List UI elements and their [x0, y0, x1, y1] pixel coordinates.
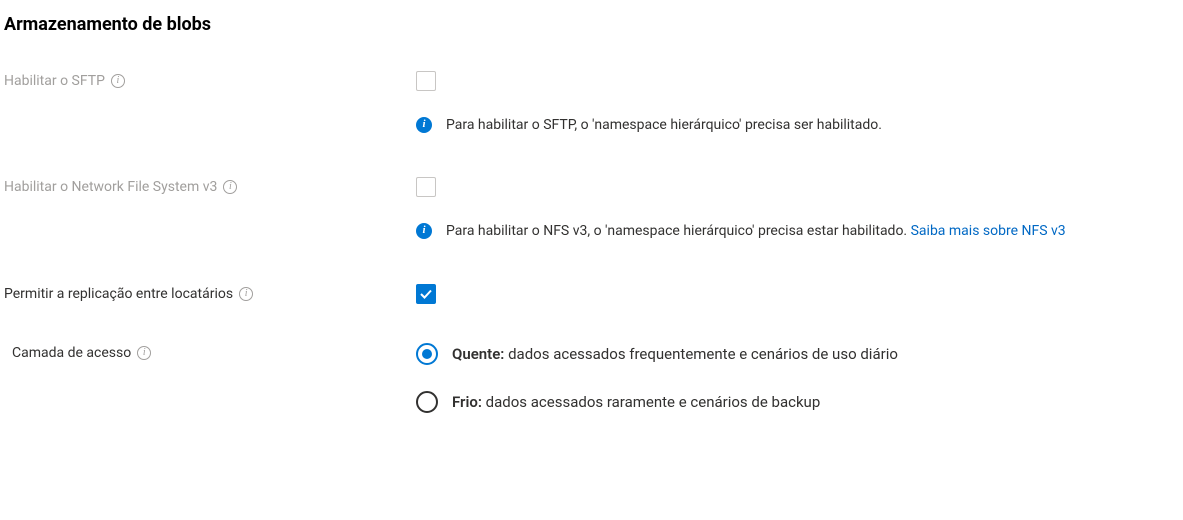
label-sftp-text: Habilitar o SFTP	[4, 73, 105, 89]
checkbox-sftp	[416, 71, 436, 91]
label-access-tier-text: Camada de acesso	[12, 345, 131, 361]
link-nfs-learn-more[interactable]: Saiba mais sobre NFS v3	[911, 223, 1066, 239]
section-title: Armazenamento de blobs	[4, 14, 1183, 35]
hint-sftp: i Para habilitar o SFTP, o 'namespace hi…	[416, 115, 1136, 135]
info-icon[interactable]: i	[137, 346, 151, 360]
hint-nfs: i Para habilitar o NFS v3, o 'namespace …	[416, 221, 1136, 241]
label-sftp: Habilitar o SFTP i	[0, 71, 416, 89]
label-access-tier: Camada de acesso i	[0, 343, 416, 361]
info-filled-icon: i	[416, 223, 432, 239]
field-row-nfs: Habilitar o Network File System v3 i i P…	[0, 177, 1183, 273]
radio-option-cool[interactable]: Frio: dados acessados raramente e cenári…	[416, 391, 1183, 413]
hint-sftp-text: Para habilitar o SFTP, o 'namespace hier…	[446, 115, 882, 135]
field-row-cross-tenant: Permitir a replicação entre locatários i	[0, 284, 1183, 305]
radio-cool-label: Frio: dados acessados raramente e cenári…	[452, 393, 820, 411]
radio-cool[interactable]	[416, 391, 438, 413]
info-icon[interactable]: i	[239, 287, 253, 301]
label-nfs: Habilitar o Network File System v3 i	[0, 177, 416, 195]
field-row-access-tier: Camada de acesso i Quente: dados acessad…	[0, 343, 1183, 439]
info-icon[interactable]: i	[111, 74, 125, 88]
checkbox-nfs	[416, 177, 436, 197]
checkbox-cross-tenant[interactable]	[416, 284, 436, 304]
radio-hot[interactable]	[416, 343, 438, 365]
info-icon[interactable]: i	[223, 180, 237, 194]
label-cross-tenant-text: Permitir a replicação entre locatários	[4, 286, 233, 302]
label-nfs-text: Habilitar o Network File System v3	[4, 179, 217, 195]
hint-nfs-text: Para habilitar o NFS v3, o 'namespace hi…	[446, 223, 911, 239]
info-filled-icon: i	[416, 117, 432, 133]
field-row-sftp: Habilitar o SFTP i i Para habilitar o SF…	[0, 71, 1183, 167]
radio-option-hot[interactable]: Quente: dados acessados frequentemente e…	[416, 343, 1183, 365]
label-cross-tenant: Permitir a replicação entre locatários i	[0, 284, 416, 302]
radio-hot-label: Quente: dados acessados frequentemente e…	[452, 345, 898, 363]
